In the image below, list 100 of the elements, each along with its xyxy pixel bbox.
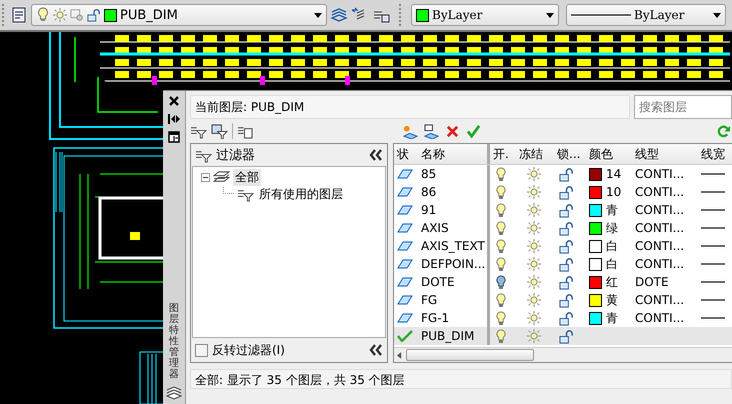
column-header[interactable]: 名称 xyxy=(418,144,490,164)
unlocked-padlock-icon[interactable] xyxy=(559,238,574,254)
linetype-name[interactable]: CONTI... xyxy=(635,203,684,217)
layer-state-icon[interactable] xyxy=(10,6,28,24)
column-header[interactable]: 冻结 xyxy=(516,146,554,162)
layer-name[interactable]: 91 xyxy=(418,201,490,219)
linetype-name[interactable]: CONTI... xyxy=(635,239,684,253)
close-icon[interactable] xyxy=(168,95,180,107)
linetype-name[interactable]: DOTE xyxy=(635,275,669,289)
color-swatch[interactable] xyxy=(589,168,602,180)
color-swatch[interactable] xyxy=(589,276,602,288)
color-swatch[interactable] xyxy=(589,222,602,234)
column-header[interactable]: 线型 xyxy=(632,146,698,162)
sun-icon[interactable] xyxy=(527,257,541,271)
linetype-name[interactable]: CONTI... xyxy=(635,257,684,271)
collapse-icon[interactable] xyxy=(369,344,383,356)
sun-icon[interactable] xyxy=(527,167,541,181)
checkbox[interactable] xyxy=(195,344,208,356)
lit-bulb-icon[interactable] xyxy=(496,328,506,344)
unlocked-padlock-icon[interactable] xyxy=(559,166,574,182)
tree-item[interactable]: 全部 xyxy=(233,169,261,186)
lineweight-sample-icon xyxy=(701,173,725,175)
collapse-toggle-icon[interactable] xyxy=(201,173,210,182)
layer-name[interactable]: DEFPOIN... xyxy=(418,255,490,273)
tree-item[interactable]: 所有使用的图层 xyxy=(257,186,345,203)
lit-bulb-icon[interactable] xyxy=(496,166,506,182)
sun-icon[interactable] xyxy=(527,311,541,325)
column-header[interactable]: 颜色 xyxy=(586,146,632,162)
color-dropdown[interactable]: ByLayer xyxy=(411,4,559,26)
collapse-icon[interactable] xyxy=(369,149,383,161)
scroll-left-icon[interactable] xyxy=(397,352,402,358)
linetype-name[interactable]: CONTI... xyxy=(635,293,684,307)
sun-icon[interactable] xyxy=(527,239,541,253)
color-swatch[interactable] xyxy=(589,240,602,252)
layer-dropdown[interactable]: PUB_DIM xyxy=(31,4,327,26)
color-swatch[interactable] xyxy=(589,204,602,216)
sun-icon[interactable] xyxy=(527,185,541,199)
auto-hide-icon[interactable] xyxy=(168,113,180,125)
linetype-value: ByLayer xyxy=(634,8,686,22)
lit-bulb-icon[interactable] xyxy=(496,238,506,254)
lit-bulb-icon[interactable] xyxy=(496,256,506,272)
new-layer-icon[interactable] xyxy=(402,124,419,138)
color-swatch[interactable] xyxy=(589,312,602,324)
color-name: 青 xyxy=(606,202,618,218)
layer-name[interactable]: FG xyxy=(418,291,490,309)
unlocked-padlock-icon[interactable] xyxy=(559,256,574,272)
sun-icon xyxy=(53,7,67,23)
column-header[interactable]: 线宽 xyxy=(698,146,732,162)
refresh-icon[interactable] xyxy=(715,124,732,138)
properties-icon[interactable] xyxy=(168,131,180,143)
unlocked-padlock-icon[interactable] xyxy=(559,274,574,290)
column-header[interactable]: 锁... xyxy=(554,146,586,162)
layer-name[interactable]: 85 xyxy=(418,165,490,183)
color-swatch[interactable] xyxy=(589,186,602,198)
unlocked-padlock-icon[interactable] xyxy=(559,184,574,200)
sun-icon[interactable] xyxy=(527,203,541,217)
color-name: 白 xyxy=(606,256,618,272)
unlocked-padlock-icon[interactable] xyxy=(559,328,574,344)
column-header[interactable]: 状 xyxy=(394,146,418,162)
checkmark-icon[interactable] xyxy=(465,124,482,138)
line-sample-icon xyxy=(571,13,631,17)
lit-bulb-icon[interactable] xyxy=(496,292,506,308)
color-name: 14 xyxy=(606,167,622,181)
unlocked-padlock-icon[interactable] xyxy=(559,220,574,236)
unlit-bulb-icon[interactable] xyxy=(496,274,506,290)
scrollbar-thumb[interactable] xyxy=(406,349,534,361)
layer-name[interactable]: AXIS xyxy=(418,219,490,237)
linetype-name[interactable]: CONTI... xyxy=(635,185,684,199)
linetype-name[interactable]: CONTI... xyxy=(635,167,684,181)
linetype-name[interactable]: CONTI... xyxy=(635,221,684,235)
new-layer-frozen-icon[interactable] xyxy=(423,124,440,138)
column-header[interactable]: 开. xyxy=(490,146,516,162)
unlocked-padlock-icon[interactable] xyxy=(559,292,574,308)
color-name: 10 xyxy=(606,185,622,199)
linetype-name[interactable]: CONTI... xyxy=(635,311,684,325)
sun-icon[interactable] xyxy=(527,293,541,307)
lit-bulb-icon[interactable] xyxy=(496,310,506,326)
unlocked-padlock-icon xyxy=(87,7,101,23)
sun-icon[interactable] xyxy=(527,329,541,343)
layer-name[interactable]: 86 xyxy=(418,183,490,201)
horizontal-scrollbar[interactable] xyxy=(394,347,732,362)
sun-icon[interactable] xyxy=(527,275,541,289)
layer-name: PUB_DIM xyxy=(120,8,179,22)
search-field[interactable]: 搜索图层 xyxy=(634,95,732,119)
invert-filter-label: 反转过滤器(I) xyxy=(212,342,286,358)
linetype-dropdown[interactable]: ByLayer xyxy=(566,4,726,26)
layer-name[interactable]: AXIS_TEXT xyxy=(418,237,490,255)
delete-icon[interactable] xyxy=(444,124,461,138)
color-swatch[interactable] xyxy=(589,258,602,270)
unlocked-padlock-icon[interactable] xyxy=(559,310,574,326)
unlocked-padlock-icon[interactable] xyxy=(559,202,574,218)
lit-bulb-icon[interactable] xyxy=(496,184,506,200)
group-filter-icon[interactable] xyxy=(211,124,228,138)
layer-name[interactable]: DOTE xyxy=(418,273,490,291)
sun-icon[interactable] xyxy=(527,221,541,235)
layers-icon[interactable] xyxy=(330,6,348,24)
color-swatch[interactable] xyxy=(589,294,602,306)
lit-bulb-icon[interactable] xyxy=(496,220,506,236)
color-swatch xyxy=(416,8,429,22)
lit-bulb-icon[interactable] xyxy=(496,202,506,218)
